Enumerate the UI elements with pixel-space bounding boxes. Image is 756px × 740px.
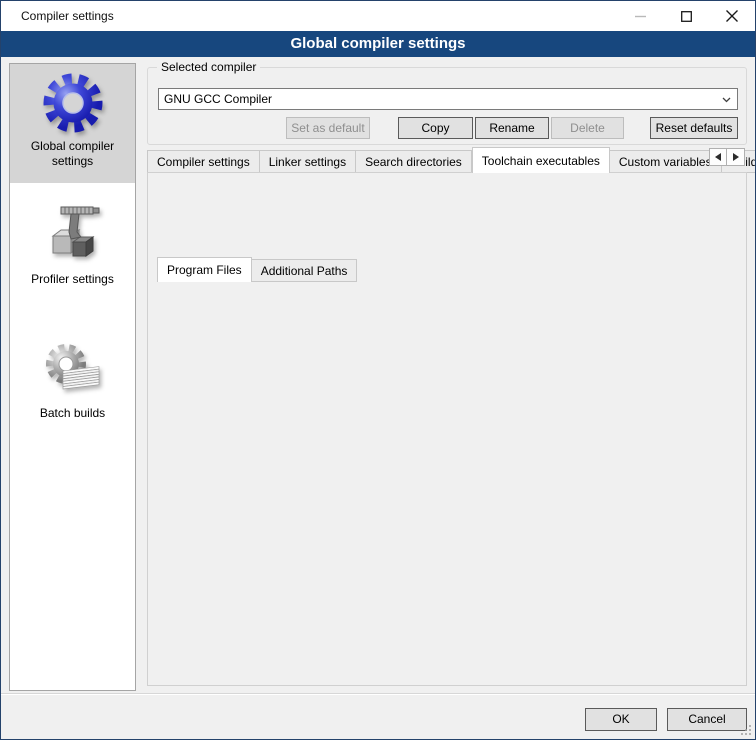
tab-program-files[interactable]: Program Files [157,257,252,282]
chevron-down-icon [722,97,731,103]
tab-search-directories[interactable]: Search directories [356,150,472,173]
cancel-button[interactable]: Cancel [667,708,747,731]
tab-custom-variables[interactable]: Custom variables [610,150,722,173]
maximize-icon [681,11,692,22]
compiler-settings-window: Compiler settings Global compiler settin… [0,0,756,740]
group-legend: Selected compiler [157,60,260,74]
settings-tabs: Compiler settings Linker settings Search… [147,147,756,173]
settings-category-list: Global compiler settings Profiler settin… [9,63,136,691]
arrow-right-icon [733,153,739,161]
blue-gear-icon [41,71,105,135]
maximize-button[interactable] [663,1,709,31]
selected-compiler-group: Selected compiler GNU GCC Compiler Set a… [147,67,747,145]
arrow-left-icon [715,153,721,161]
set-as-default-button[interactable]: Set as default [286,117,370,139]
reset-defaults-button[interactable]: Reset defaults [650,117,738,139]
caliper-icon [41,204,105,268]
resize-grip[interactable] [740,724,752,736]
dialog-header: Global compiler settings [1,31,755,57]
sidebar-item-global-compiler-settings[interactable]: Global compiler settings [10,64,135,183]
gray-gear-stack-icon [41,338,105,402]
compiler-select-value: GNU GCC Compiler [164,92,272,106]
window-title: Compiler settings [21,1,114,31]
delete-button[interactable]: Delete [551,117,624,139]
tab-scroll-left-button[interactable] [709,148,727,166]
compiler-select[interactable]: GNU GCC Compiler [158,88,738,110]
ok-button[interactable]: OK [585,708,657,731]
tab-compiler-settings[interactable]: Compiler settings [147,150,260,173]
close-icon [726,10,738,22]
tab-scroll-arrows [709,148,745,166]
rename-button[interactable]: Rename [475,117,549,139]
program-files-tabs: Program Files Additional Paths [157,257,357,282]
tab-scroll-right-button[interactable] [727,148,745,166]
toolchain-executables-panel [147,172,747,686]
minimize-button[interactable] [617,1,663,31]
sidebar-item-label: Profiler settings [27,272,118,287]
window-controls [617,1,755,31]
copy-button[interactable]: Copy [398,117,473,139]
titlebar: Compiler settings [1,1,755,31]
tab-additional-paths[interactable]: Additional Paths [252,259,358,282]
tab-toolchain-executables[interactable]: Toolchain executables [472,147,610,173]
sidebar-item-label: Batch builds [36,406,109,421]
sidebar-item-profiler-settings[interactable]: Profiler settings [10,197,135,303]
minimize-icon [635,11,646,22]
sidebar-item-label: Global compiler settings [10,139,135,169]
footer-divider [1,693,755,695]
sidebar-item-batch-builds[interactable]: Batch builds [10,331,135,437]
close-button[interactable] [709,1,755,31]
tab-linker-settings[interactable]: Linker settings [260,150,356,173]
